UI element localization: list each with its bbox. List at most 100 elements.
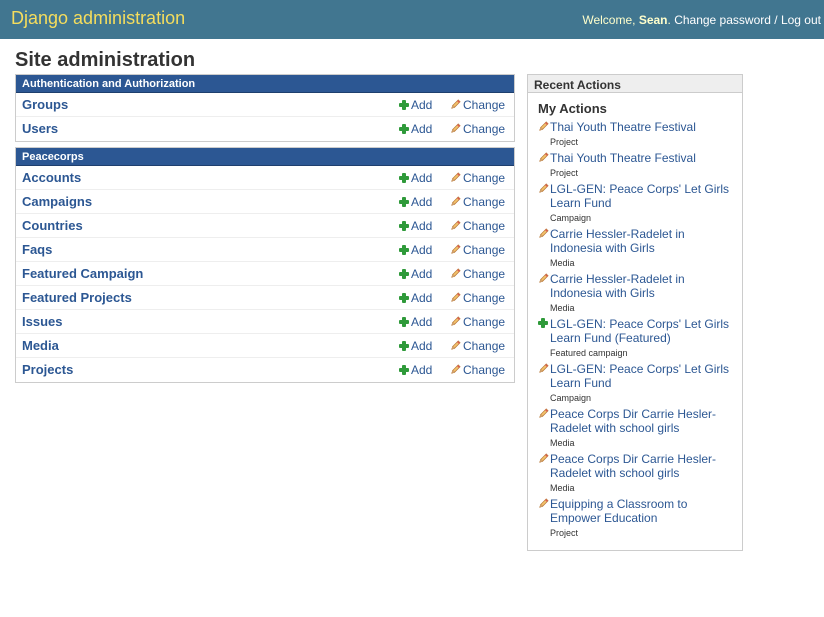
change-label: Change	[463, 339, 506, 353]
model-row: Accounts Add Change	[16, 166, 514, 190]
site-branding[interactable]: Django administration	[11, 8, 185, 29]
recent-action-link[interactable]: LGL-GEN: Peace Corps' Let Girls Learn Fu…	[550, 182, 738, 210]
model-link[interactable]: Campaigns	[22, 194, 92, 209]
add-label: Add	[411, 267, 433, 281]
recent-action-link[interactable]: Thai Youth Theatre Festival	[550, 120, 738, 134]
model-link[interactable]: Countries	[22, 218, 83, 233]
logout-link[interactable]: Log out	[781, 13, 821, 27]
model-row: Media Add Change	[16, 334, 514, 358]
add-label: Add	[411, 122, 433, 136]
change-label: Change	[463, 195, 506, 209]
add-link[interactable]: Add	[399, 339, 432, 353]
add-link[interactable]: Add	[399, 315, 432, 329]
recent-action-item: LGL-GEN: Peace Corps' Let Girls Learn Fu…	[538, 362, 738, 407]
change-link[interactable]: Change	[450, 339, 505, 353]
recent-action-link[interactable]: Carrie Hessler-Radelet in Indonesia with…	[550, 272, 738, 300]
model-link[interactable]: Issues	[22, 314, 62, 329]
pencil-icon	[538, 121, 549, 132]
pencil-icon	[450, 220, 461, 231]
change-link[interactable]: Change	[450, 171, 505, 185]
model-row: Featured Campaign Add Change	[16, 262, 514, 286]
model-link[interactable]: Projects	[22, 362, 73, 377]
model-row: Faqs Add Change	[16, 238, 514, 262]
model-link[interactable]: Groups	[22, 97, 68, 112]
change-link[interactable]: Change	[450, 98, 505, 112]
recent-action-link[interactable]: Equipping a Classroom to Empower Educati…	[550, 497, 738, 525]
change-link[interactable]: Change	[450, 315, 505, 329]
recent-action-link[interactable]: Thai Youth Theatre Festival	[550, 151, 738, 165]
add-link[interactable]: Add	[399, 195, 432, 209]
pencil-icon	[538, 453, 549, 464]
recent-action-type: Media	[550, 438, 575, 448]
model-row: Issues Add Change	[16, 310, 514, 334]
app-caption[interactable]: Authentication and Authorization	[16, 75, 514, 93]
change-link[interactable]: Change	[450, 267, 505, 281]
plus-icon	[399, 245, 409, 255]
recent-actions-caption: Recent Actions	[528, 75, 742, 93]
change-link[interactable]: Change	[450, 243, 505, 257]
add-link[interactable]: Add	[399, 219, 432, 233]
recent-action-link[interactable]: Carrie Hessler-Radelet in Indonesia with…	[550, 227, 738, 255]
welcome-text: Welcome,	[582, 13, 636, 27]
add-label: Add	[411, 243, 433, 257]
recent-action-link[interactable]: LGL-GEN: Peace Corps' Let Girls Learn Fu…	[550, 317, 738, 345]
recent-actions-panel: Recent Actions My Actions Thai Youth The…	[527, 74, 743, 551]
username: Sean	[638, 13, 668, 27]
plus-icon	[399, 293, 409, 303]
page-title: Site administration	[15, 49, 196, 71]
model-row: Groups Add Change	[16, 93, 514, 117]
app-caption[interactable]: Peacecorps	[16, 148, 514, 166]
recent-action-type: Campaign	[550, 393, 592, 403]
add-link[interactable]: Add	[399, 363, 432, 377]
app-module: Authentication and Authorization Groups Ad…	[15, 74, 515, 142]
add-link[interactable]: Add	[399, 243, 432, 257]
add-label: Add	[411, 219, 433, 233]
change-link[interactable]: Change	[450, 122, 505, 136]
change-link[interactable]: Change	[450, 291, 505, 305]
plus-icon	[538, 318, 548, 328]
recent-action-item: Thai Youth Theatre Festival Project	[538, 120, 738, 151]
recent-action-item: Equipping a Classroom to Empower Educati…	[538, 497, 738, 542]
pencil-icon	[538, 498, 549, 509]
change-link[interactable]: Change	[450, 195, 505, 209]
pencil-icon	[538, 408, 549, 419]
add-label: Add	[411, 291, 433, 305]
recent-action-item: Carrie Hessler-Radelet in Indonesia with…	[538, 272, 738, 317]
model-link[interactable]: Featured Projects	[22, 290, 132, 305]
recent-action-item: Thai Youth Theatre Festival Project	[538, 151, 738, 182]
recent-action-item: LGL-GEN: Peace Corps' Let Girls Learn Fu…	[538, 317, 738, 362]
model-link[interactable]: Media	[22, 338, 59, 353]
add-label: Add	[411, 339, 433, 353]
add-link[interactable]: Add	[399, 122, 432, 136]
user-tools: Welcome, Sean. Change password / Log out	[582, 13, 821, 27]
model-link[interactable]: Users	[22, 121, 58, 136]
recent-action-link[interactable]: LGL-GEN: Peace Corps' Let Girls Learn Fu…	[550, 362, 738, 390]
model-link[interactable]: Accounts	[22, 170, 81, 185]
recent-action-link[interactable]: Peace Corps Dir Carrie Hesler-Radelet wi…	[550, 407, 738, 435]
header-bar: Django administration Welcome, Sean. Cha…	[0, 0, 824, 39]
model-link[interactable]: Faqs	[22, 242, 52, 257]
model-row: Campaigns Add Change	[16, 190, 514, 214]
add-link[interactable]: Add	[399, 267, 432, 281]
recent-action-item: LGL-GEN: Peace Corps' Let Girls Learn Fu…	[538, 182, 738, 227]
change-link[interactable]: Change	[450, 363, 505, 377]
pencil-icon	[450, 292, 461, 303]
recent-action-link[interactable]: Peace Corps Dir Carrie Hesler-Radelet wi…	[550, 452, 738, 480]
plus-icon	[399, 173, 409, 183]
model-link[interactable]: Featured Campaign	[22, 266, 143, 281]
change-link[interactable]: Change	[450, 219, 505, 233]
change-label: Change	[463, 122, 506, 136]
my-actions-heading: My Actions	[538, 101, 607, 116]
pencil-icon	[450, 99, 461, 110]
add-label: Add	[411, 363, 433, 377]
plus-icon	[399, 365, 409, 375]
add-link[interactable]: Add	[399, 291, 432, 305]
model-row: Featured Projects Add Change	[16, 286, 514, 310]
recent-action-type: Project	[550, 168, 579, 178]
recent-action-type: Project	[550, 137, 579, 147]
add-link[interactable]: Add	[399, 98, 432, 112]
plus-icon	[399, 341, 409, 351]
change-label: Change	[463, 315, 506, 329]
change-password-link[interactable]: Change password	[674, 13, 771, 27]
add-link[interactable]: Add	[399, 171, 432, 185]
